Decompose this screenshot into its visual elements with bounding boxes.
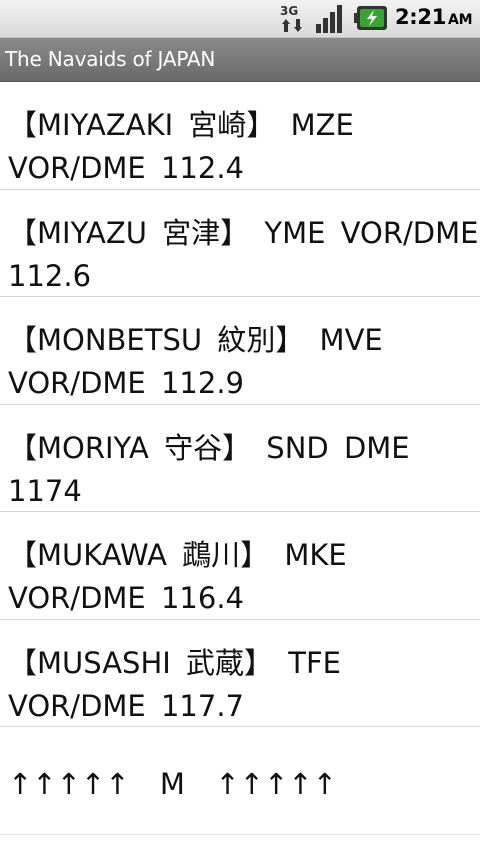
clock-ampm: AM (448, 12, 473, 28)
clock-time: 2:21 (395, 5, 447, 29)
list-item-label: 【MUKAWA 鵡川】 MKE VOR/DME 116.4 (8, 538, 362, 615)
status-clock: 2:21 AM (395, 5, 473, 29)
list-item-label: 【MIYAZAKI 宮崎】 MZE VOR/DME 112.4 (8, 108, 370, 185)
status-bar: 3G 2:21 AM (0, 0, 480, 38)
list-item[interactable]: 【MUSASHI 武蔵】 TFE VOR/DME 117.7 (0, 620, 480, 727)
list-item-label: 【MONBETSU 紋別】 MVE VOR/DME 112.9 (8, 323, 398, 400)
app-title: The Navaids of JAPAN (5, 47, 216, 71)
svg-text:3G: 3G (280, 4, 298, 18)
title-bar: The Navaids of JAPAN (0, 38, 480, 82)
navaid-list[interactable]: 【MIYAZAKI 宮崎】 MZE VOR/DME 112.4 【MIYAZU … (0, 82, 480, 835)
list-item-label: 【MUSASHI 武蔵】 TFE VOR/DME 117.7 (8, 645, 357, 723)
battery-charging-icon (354, 6, 387, 30)
list-item[interactable]: 【MONBETSU 紋別】 MVE VOR/DME 112.9 (0, 297, 480, 405)
list-item[interactable]: 【MIYAZAKI 宮崎】 MZE VOR/DME 112.4 (0, 82, 480, 190)
list-item[interactable]: 【MUKAWA 鵡川】 MKE VOR/DME 116.4 (0, 512, 480, 620)
3g-data-icon: 3G (280, 4, 302, 32)
signal-strength-icon (316, 5, 342, 33)
list-item-label: 【MORIYA 守谷】 SND DME 1174 (8, 430, 425, 508)
section-index-label: ↑↑↑↑↑ M ↑↑↑↑↑ (8, 767, 337, 801)
list-item-label: 【MIYAZU 宮津】 YME VOR/DME 112.6 (8, 215, 479, 293)
section-index-item[interactable]: ↑↑↑↑↑ M ↑↑↑↑↑ (0, 727, 480, 835)
list-item[interactable]: 【MIYAZU 宮津】 YME VOR/DME 112.6 (0, 190, 480, 297)
list-item[interactable]: 【MORIYA 守谷】 SND DME 1174 (0, 405, 480, 512)
